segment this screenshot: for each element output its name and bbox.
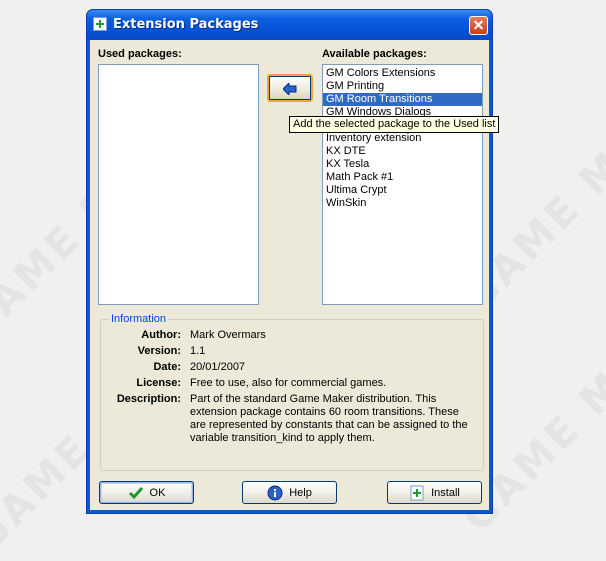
available-package-item[interactable]: GM Room Transitions bbox=[323, 93, 482, 106]
available-package-item[interactable]: KX Tesla bbox=[323, 158, 482, 171]
install-icon bbox=[410, 485, 424, 500]
date-label: Date: bbox=[153, 361, 181, 373]
available-package-item[interactable]: WinSkin bbox=[323, 197, 482, 210]
help-button[interactable]: Help bbox=[242, 481, 337, 504]
author-label: Author: bbox=[141, 329, 181, 341]
license-label: License: bbox=[136, 377, 181, 389]
available-package-item[interactable]: Math Pack #1 bbox=[323, 171, 482, 184]
information-groupbox: Information Author: Mark Overmars Versio… bbox=[100, 313, 484, 471]
available-packages-label: Available packages: bbox=[322, 48, 427, 60]
help-button-label: Help bbox=[289, 486, 312, 499]
available-package-item[interactable]: Inventory extension bbox=[323, 132, 482, 145]
author-value: Mark Overmars bbox=[190, 329, 266, 341]
version-value: 1.1 bbox=[190, 345, 206, 357]
extension-packages-dialog: Extension Packages Used packages: Availa… bbox=[86, 9, 500, 514]
version-label: Version: bbox=[137, 345, 181, 357]
license-value: Free to use, also for commercial games. bbox=[190, 377, 387, 389]
available-package-item[interactable]: Ultima Crypt bbox=[323, 184, 482, 197]
available-package-item[interactable]: KX DTE bbox=[323, 145, 482, 158]
description-value: Part of the standard Game Maker distribu… bbox=[190, 393, 468, 444]
checkmark-icon bbox=[128, 486, 143, 499]
arrow-left-icon bbox=[283, 83, 297, 95]
close-button[interactable] bbox=[469, 16, 488, 35]
available-package-item[interactable]: GM Printing bbox=[323, 80, 482, 93]
information-title: Information bbox=[109, 313, 169, 325]
ok-button[interactable]: OK bbox=[99, 481, 194, 504]
available-package-item[interactable]: GM Colors Extensions bbox=[323, 67, 482, 80]
install-button[interactable]: Install bbox=[387, 481, 482, 504]
used-packages-list[interactable] bbox=[98, 64, 259, 305]
date-value: 20/01/2007 bbox=[190, 361, 246, 373]
ok-button-label: OK bbox=[149, 486, 166, 499]
window-title: Extension Packages bbox=[113, 17, 259, 32]
app-icon bbox=[93, 17, 107, 31]
add-package-button[interactable] bbox=[267, 74, 313, 102]
install-button-label: Install bbox=[431, 486, 460, 499]
available-packages-list[interactable]: GM Colors Extensions GM Printing GM Room T… bbox=[322, 64, 483, 305]
description-label: Description: bbox=[116, 393, 181, 405]
title-bar[interactable]: Extension Packages bbox=[87, 10, 492, 40]
info-icon bbox=[267, 485, 283, 500]
used-packages-label: Used packages: bbox=[98, 48, 182, 60]
add-package-tooltip: Add the selected package to the Used lis… bbox=[289, 116, 500, 133]
dialog-client-area: Used packages: Available packages: GM Co… bbox=[90, 40, 500, 510]
